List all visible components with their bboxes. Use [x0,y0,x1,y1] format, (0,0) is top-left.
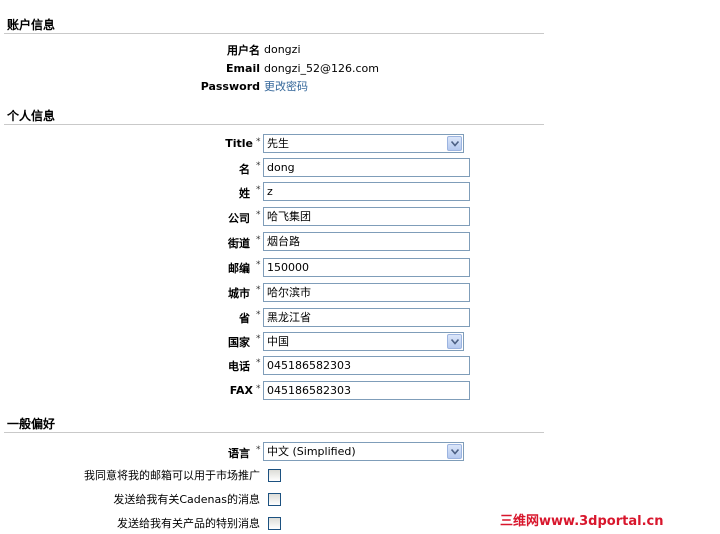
required-mark: * [256,137,261,147]
preferences-section-title: 一般偏好 [7,417,56,431]
country-select-value: 中国 [267,335,289,348]
chevron-down-icon [447,334,462,349]
fax-input[interactable]: 045186582303 [263,381,470,400]
first-name-label: 名 [239,163,250,176]
email-label: Email [226,62,260,75]
section-divider [4,33,544,34]
chevron-down-icon [447,136,462,151]
section-divider [4,432,544,433]
province-input[interactable]: 黑龙江省 [263,308,470,327]
street-input[interactable]: 烟台路 [263,232,470,251]
change-password-link[interactable]: 更改密码 [264,78,308,94]
zip-label: 邮编 [228,262,250,275]
fax-label: FAX [229,384,253,397]
account-section-title: 账户信息 [7,18,56,32]
section-divider [4,124,544,125]
title-select[interactable]: 先生 [263,134,464,153]
password-label: Password [200,80,260,93]
required-mark: * [256,185,261,195]
country-select[interactable]: 中国 [263,332,464,351]
required-mark: * [256,161,261,171]
required-mark: * [256,445,261,455]
required-mark: * [256,358,261,368]
required-mark: * [256,260,261,270]
cadenas-news-checkbox[interactable] [268,493,281,506]
required-mark: * [256,384,261,394]
required-mark: * [256,210,261,220]
product-news-checkbox[interactable] [268,517,281,530]
email-value: dongzi_52@126.com [264,62,379,75]
company-input[interactable]: 哈飞集团 [263,207,470,226]
city-label: 城市 [228,287,250,300]
first-name-input[interactable]: dong [263,158,470,177]
zip-input[interactable]: 150000 [263,258,470,277]
personal-section-title: 个人信息 [7,109,56,123]
required-mark: * [256,285,261,295]
chevron-down-icon [447,444,462,459]
title-select-value: 先生 [267,137,289,150]
country-label: 国家 [228,336,250,349]
watermark: 三维网www.3dportal.cn [500,514,664,529]
product-news-label: 发送给我有关产品的特别消息 [117,517,260,530]
language-select-value: 中文 (Simplified) [267,445,356,458]
city-input[interactable]: 哈尔滨市 [263,283,470,302]
cadenas-news-label: 发送给我有关Cadenas的消息 [113,493,260,506]
phone-label: 电话 [228,360,250,373]
province-label: 省 [239,312,250,325]
required-mark: * [256,334,261,344]
language-label: 语言 [228,447,250,460]
username-value: dongzi [264,43,301,56]
language-select[interactable]: 中文 (Simplified) [263,442,464,461]
marketing-consent-checkbox[interactable] [268,469,281,482]
username-label: 用户名 [227,44,260,57]
last-name-input[interactable]: z [263,182,470,201]
company-label: 公司 [228,212,250,225]
last-name-label: 姓 [239,187,250,200]
marketing-consent-label: 我同意将我的邮箱可以用于市场推广 [84,469,260,482]
phone-input[interactable]: 045186582303 [263,356,470,375]
title-label: Title [225,137,253,150]
street-label: 街道 [228,237,250,250]
required-mark: * [256,235,261,245]
required-mark: * [256,310,261,320]
